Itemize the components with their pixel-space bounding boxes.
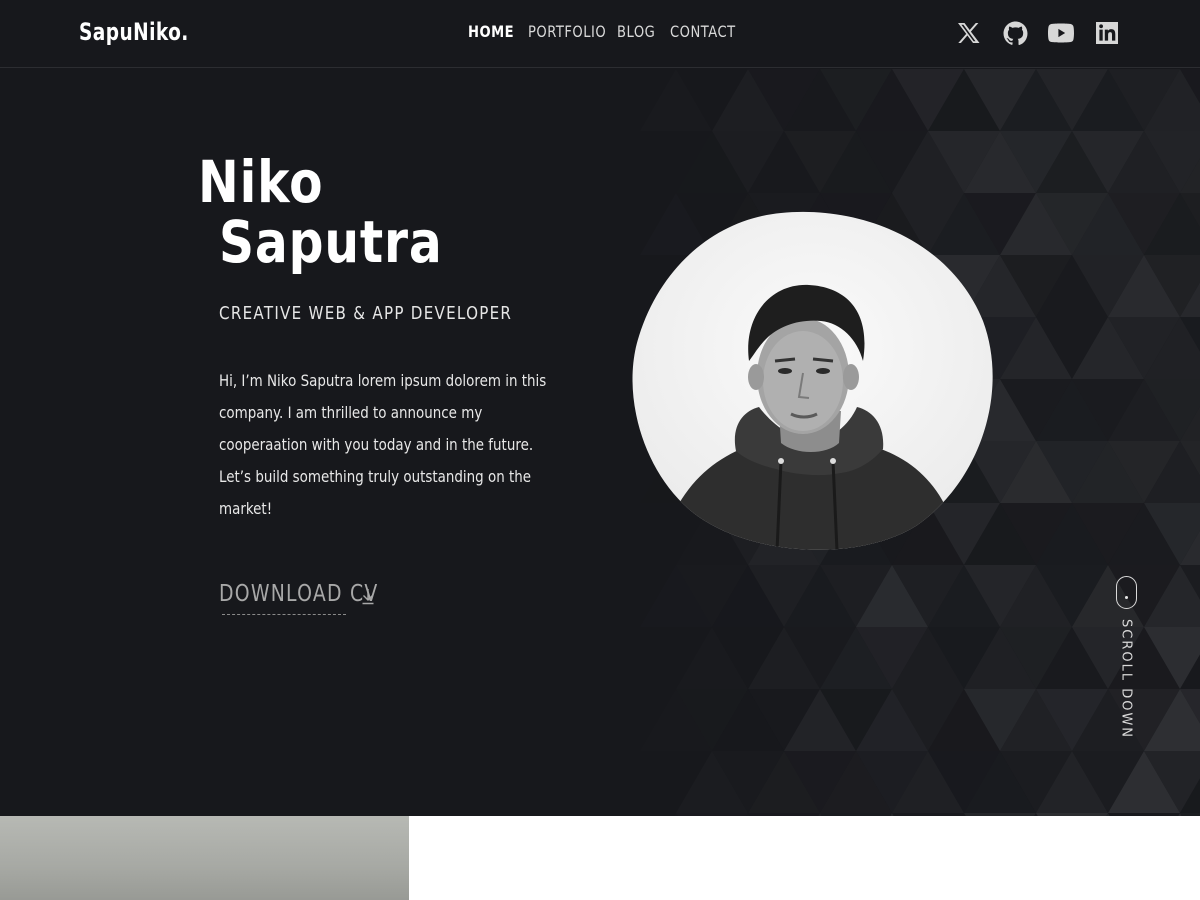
- hero-bio: Hi, I’m Niko Saputra lorem ipsum dolorem…: [219, 371, 547, 518]
- hero-section: Niko Saputra CREATIVE WEB & APP DEVELOPE…: [0, 69, 1200, 816]
- hero-name-last: Saputra: [219, 208, 443, 276]
- section-white-panel: [409, 816, 1200, 900]
- nav-item-portfolio[interactable]: PORTFOLIO: [528, 22, 606, 41]
- social-links: [936, 20, 1120, 46]
- download-cv-label: DOWNLOAD CV: [219, 581, 379, 607]
- github-icon[interactable]: [1002, 20, 1028, 46]
- hero-name-first: Niko: [198, 148, 324, 216]
- scroll-down-indicator[interactable]: SCROLL DOWN: [1114, 576, 1138, 739]
- profile-photo: [632, 211, 993, 550]
- nav-item-home[interactable]: HOME: [468, 22, 514, 41]
- section-image-preview: [0, 816, 409, 900]
- download-cv-underline: [222, 614, 346, 615]
- download-cv-button[interactable]: DOWNLOAD CV: [219, 581, 379, 607]
- scroll-down-label: SCROLL DOWN: [1118, 619, 1134, 740]
- main-nav: HOME PORTFOLIO BLOG CONTACT: [468, 22, 750, 41]
- site-header: SapuNiko. HOME PORTFOLIO BLOG CONTACT: [0, 0, 1200, 68]
- hero-role: CREATIVE WEB & APP DEVELOPER: [219, 303, 513, 324]
- nav-item-contact[interactable]: CONTACT: [670, 22, 735, 41]
- linkedin-icon[interactable]: [1094, 20, 1120, 46]
- mouse-icon: [1115, 576, 1137, 609]
- x-twitter-icon[interactable]: [956, 20, 982, 46]
- triangle-pattern: [640, 69, 1200, 816]
- youtube-icon[interactable]: [1048, 20, 1074, 46]
- nav-item-blog[interactable]: BLOG: [617, 22, 655, 41]
- brand-logo[interactable]: SapuNiko.: [79, 18, 189, 46]
